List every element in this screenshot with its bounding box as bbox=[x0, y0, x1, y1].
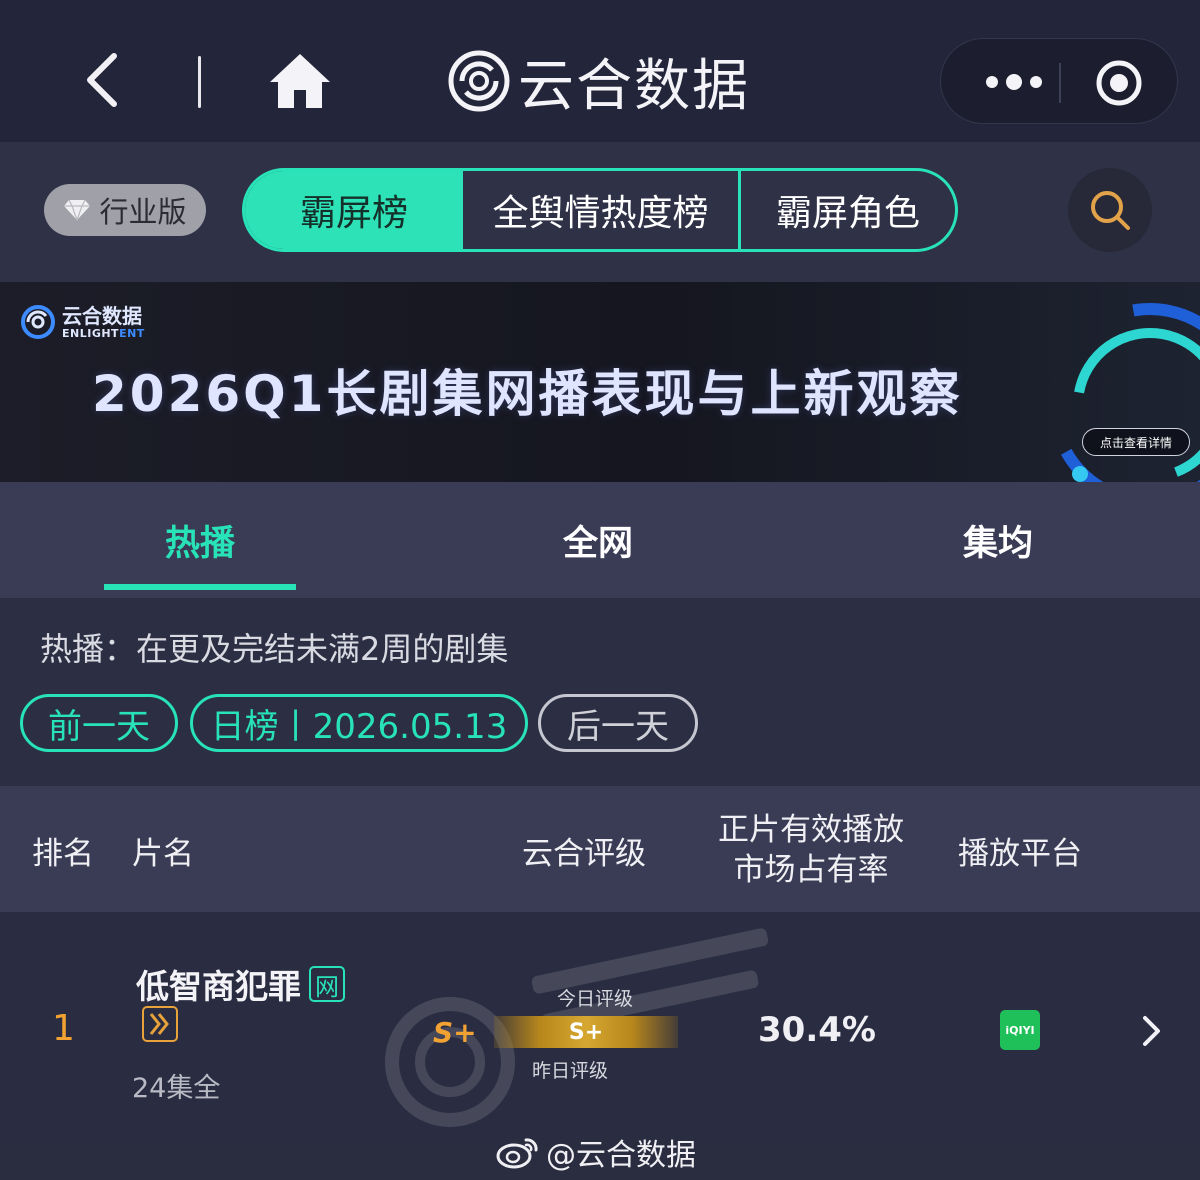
brand-logo-icon bbox=[448, 50, 510, 112]
search-button[interactable] bbox=[1068, 168, 1152, 252]
diamond-icon bbox=[64, 199, 91, 221]
ranking-segmented-control: 霸屏榜 全舆情热度榜 霸屏角色 bbox=[242, 168, 958, 252]
weibo-handle: @云合数据 bbox=[546, 1138, 696, 1173]
header-market-share: 正片有效播放 市场占有率 bbox=[718, 812, 904, 888]
iqiyi-platform-icon: iQIYI bbox=[1000, 1010, 1040, 1050]
more-dots-icon[interactable] bbox=[969, 61, 1059, 103]
segment-dominant-roles[interactable]: 霸屏角色 bbox=[741, 171, 955, 249]
next-day-button[interactable]: 后一天 bbox=[538, 694, 698, 752]
row-grade: S+ bbox=[433, 1016, 477, 1049]
mini-program-capsule bbox=[940, 38, 1178, 124]
promo-banner[interactable]: 云合数据 ENLIGHTENT 2026Q1长剧集网播表现与上新观察 点击查看详… bbox=[0, 282, 1200, 482]
weibo-watermark: @云合数据 bbox=[496, 1132, 696, 1173]
banner-logo-cn: 云合数据 bbox=[62, 303, 142, 328]
header-title: 片名 bbox=[132, 836, 194, 872]
row-market-share: 30.4% bbox=[758, 1010, 876, 1050]
header-rating: 云合评级 bbox=[522, 836, 646, 872]
filter-bar: 行业版 霸屏榜 全舆情热度榜 霸屏角色 bbox=[0, 142, 1200, 282]
home-icon[interactable] bbox=[268, 50, 332, 110]
row-title-group: 低智商犯罪 网 bbox=[136, 960, 345, 1008]
weibo-icon bbox=[496, 1138, 538, 1169]
yesterday-rating-label: 昨日评级 bbox=[532, 1060, 609, 1082]
segment-sentiment-heat-list[interactable]: 全舆情热度榜 bbox=[463, 171, 741, 249]
back-arrow-icon[interactable] bbox=[78, 52, 126, 108]
list-description: 热播：在更及完结未满2周的剧集 bbox=[40, 630, 509, 668]
banner-details-button[interactable]: 点击查看详情 bbox=[1082, 428, 1190, 456]
header-platform: 播放平台 bbox=[958, 836, 1082, 872]
enlightent-logo-icon bbox=[21, 305, 55, 339]
tab-all-network[interactable]: 全网 bbox=[500, 482, 696, 598]
segment-dominance-list[interactable]: 霸屏榜 bbox=[245, 171, 463, 249]
date-selector[interactable]: 日榜丨2026.05.13 bbox=[190, 694, 528, 752]
top-nav-bar: 云合数据 bbox=[0, 0, 1200, 142]
exclusive-play-icon bbox=[142, 1006, 178, 1042]
tab-hot-airing[interactable]: 热播 bbox=[104, 482, 296, 598]
header-rank: 排名 bbox=[32, 836, 94, 872]
brand-name: 云合数据 bbox=[518, 53, 750, 119]
row-episodes: 24集全 bbox=[132, 1073, 221, 1104]
list-controls: 热播：在更及完结未满2周的剧集 前一天 日榜丨2026.05.13 后一天 bbox=[0, 598, 1200, 788]
industry-edition-button[interactable]: 行业版 bbox=[44, 184, 206, 236]
table-header: 排名 片名 云合评级 正片有效播放 市场占有率 播放平台 bbox=[0, 786, 1200, 912]
banner-logo-en: ENLIGHTENT bbox=[62, 326, 145, 340]
chevron-right-icon[interactable] bbox=[1136, 1014, 1166, 1048]
web-drama-badge: 网 bbox=[309, 966, 345, 1002]
row-title[interactable]: 低智商犯罪 bbox=[136, 960, 301, 1008]
close-target-icon[interactable] bbox=[1095, 59, 1143, 107]
rank-tabs: 热播 全网 集均 bbox=[0, 482, 1200, 598]
tab-per-episode[interactable]: 集均 bbox=[900, 482, 1096, 598]
row-rank: 1 bbox=[52, 1008, 75, 1049]
capsule-divider bbox=[1059, 63, 1061, 103]
active-tab-indicator bbox=[104, 584, 296, 590]
banner-title: 2026Q1长剧集网播表现与上新观察 bbox=[92, 365, 963, 423]
table-row[interactable]: 1 低智商犯罪 网 24集全 S+ 今日评级 S+ 昨日评级 30.4% iQI… bbox=[0, 912, 1200, 1138]
banner-logo: 云合数据 ENLIGHTENT bbox=[20, 304, 145, 340]
search-icon bbox=[1091, 191, 1130, 230]
prev-day-button[interactable]: 前一天 bbox=[20, 694, 178, 752]
nav-divider bbox=[198, 56, 201, 108]
brand: 云合数据 bbox=[448, 48, 750, 119]
today-rating-label: 今日评级 bbox=[557, 988, 634, 1010]
rating-bar: S+ bbox=[494, 1016, 678, 1048]
industry-edition-label: 行业版 bbox=[99, 195, 187, 229]
